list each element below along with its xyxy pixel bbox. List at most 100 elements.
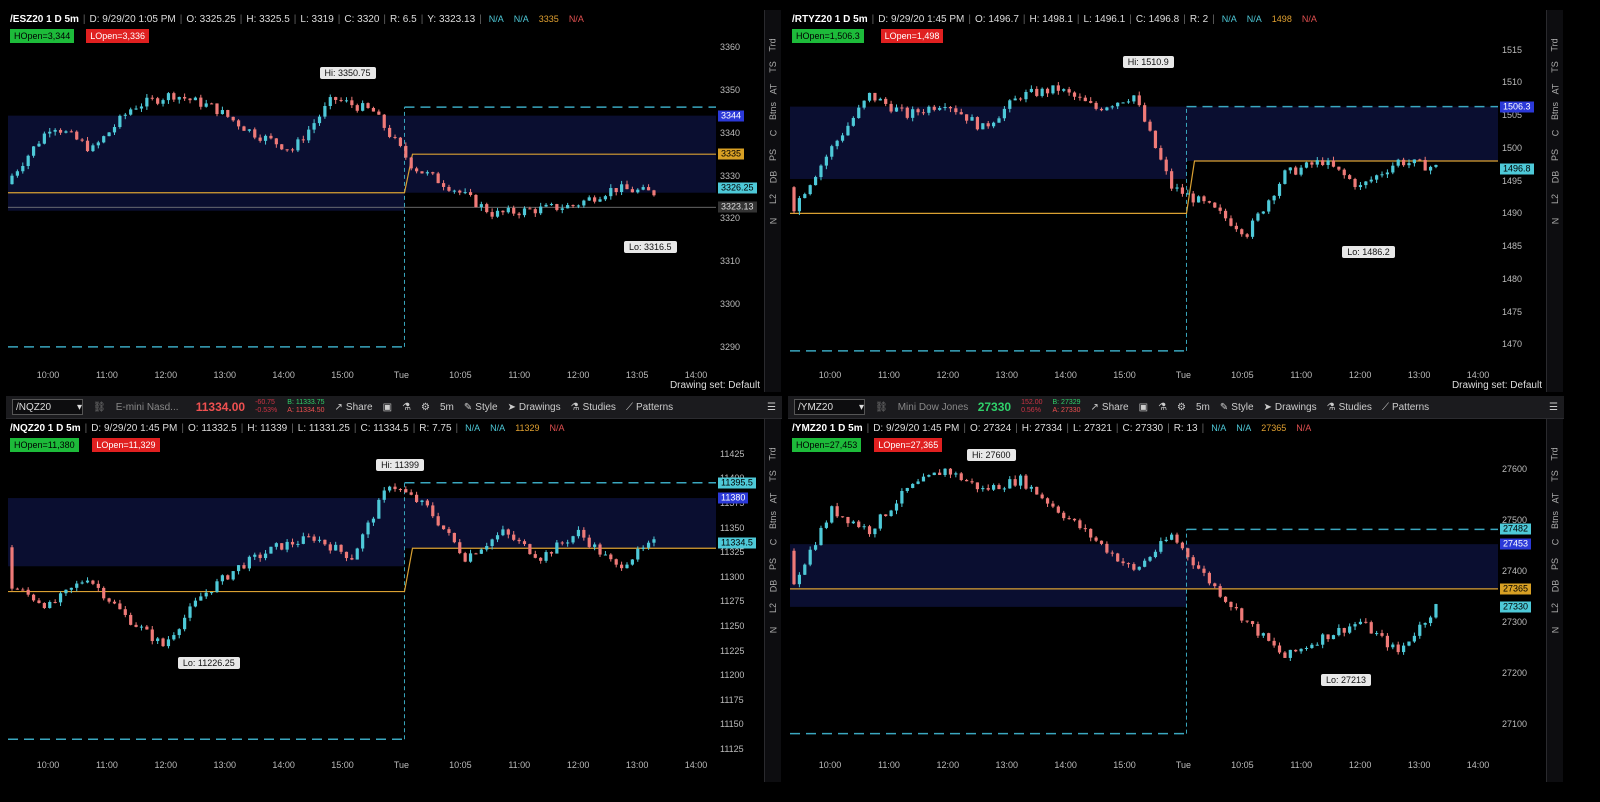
candle-body [69,131,73,133]
side-tab[interactable]: TS [1550,61,1560,73]
side-tab[interactable]: TS [768,61,778,73]
side-tab[interactable]: AT [768,84,778,95]
time-tick: 11:00 [1290,370,1313,380]
side-tab[interactable]: Trd [768,447,778,460]
side-tab[interactable]: PS [1550,558,1560,570]
side-tab[interactable]: C [768,130,778,137]
side-tab[interactable]: C [768,539,778,546]
price-tick: 11175 [720,694,744,705]
candle-body [824,522,828,528]
side-tab[interactable]: Btns [1550,511,1560,529]
candle-body [102,136,106,143]
candle-body [26,589,30,595]
side-tab[interactable]: Btns [768,511,778,529]
side-tab[interactable]: C [1550,130,1560,137]
candle-body [334,544,338,551]
candle-body [986,123,990,127]
side-tab[interactable]: L2 [768,603,778,613]
candle-body [317,539,322,541]
candle-body [1126,563,1131,565]
time-tick: 14:00 [1466,760,1490,770]
candle-body [1062,89,1066,91]
prev-session-range [790,106,1187,179]
candle-body [1326,634,1330,640]
candle-body [927,106,931,113]
low-label: Lo: 1486.2 [1342,246,1395,259]
side-tab[interactable]: N [1550,218,1560,225]
price-tick: 1470 [1502,339,1523,350]
candle-body [85,580,90,583]
candle-body [889,510,893,517]
candle-body [1067,89,1071,93]
candle-body [900,491,904,504]
candle-body [970,117,974,121]
candle-body [1229,218,1233,226]
side-tab[interactable]: C [1550,539,1560,546]
side-tab[interactable]: Btns [768,102,778,120]
low-label: Lo: 27213 [1321,674,1372,687]
candle-body [921,476,926,482]
side-tab[interactable]: DB [768,580,778,593]
candle-body [183,96,187,99]
candle-body [161,638,165,647]
candle-body [652,190,656,196]
side-tab[interactable]: PS [768,558,778,570]
price-tick: 3350 [720,84,741,95]
candle-body [253,129,257,138]
side-tab[interactable]: AT [1550,493,1560,504]
price-marker: 11380 [718,492,749,504]
candle-body [1002,488,1006,490]
candle-body [463,553,467,562]
price-tick: 11200 [720,670,745,681]
side-tab[interactable]: Trd [768,38,778,51]
time-tick: 12:00 [566,760,590,770]
candle-body [1078,96,1082,98]
candle-body [107,132,111,137]
side-tab[interactable]: N [1550,627,1560,634]
price-tick: 27400 [1502,566,1528,577]
candle-body [609,188,613,197]
price-marker: 27330 [1500,601,1532,613]
side-tab[interactable]: TS [768,470,778,482]
candle-body [1391,165,1395,173]
time-tick: 10:05 [449,760,472,770]
side-tab[interactable]: DB [768,171,778,184]
time-tick: 10:05 [1231,760,1254,770]
candle-body [64,131,68,133]
side-tab[interactable]: Trd [1550,38,1560,51]
side-tab[interactable]: Btns [1550,102,1560,120]
side-tab[interactable]: AT [1550,84,1560,95]
candle-body [1148,557,1152,561]
time-tick: 11:00 [877,760,900,770]
drawing-set-label[interactable]: Drawing set: Default [670,380,760,391]
side-tab[interactable]: PS [1550,149,1560,161]
price-marker: 1506.3 [1500,101,1534,113]
candle-body [587,197,591,201]
side-tab[interactable]: DB [1550,580,1560,593]
candle-body [118,115,122,128]
candle-body [1013,98,1017,101]
side-tab[interactable]: AT [768,493,778,504]
candle-body [495,210,500,217]
candle-body [619,564,624,569]
candle-body [199,97,203,107]
side-tab[interactable]: N [768,627,778,634]
candle-body [1423,623,1427,625]
drawing-set-label[interactable]: Drawing set: Default [1452,380,1542,391]
candle-body [441,525,446,530]
candle-body [576,529,581,537]
candle-body [371,107,376,112]
time-tick: 13:00 [213,370,236,380]
candle-body [1304,162,1309,168]
side-tab[interactable]: L2 [1550,603,1560,613]
side-tab[interactable]: Trd [1550,447,1560,460]
side-tab[interactable]: N [768,218,778,225]
side-tab[interactable]: TS [1550,470,1560,482]
side-tab[interactable]: L2 [768,194,778,204]
price-tick: 11225 [720,645,745,656]
side-tab[interactable]: PS [768,149,778,161]
side-tab[interactable]: L2 [1550,194,1560,204]
candle-body [846,516,850,524]
side-tab[interactable]: DB [1550,171,1560,184]
candle-body [1035,486,1039,495]
